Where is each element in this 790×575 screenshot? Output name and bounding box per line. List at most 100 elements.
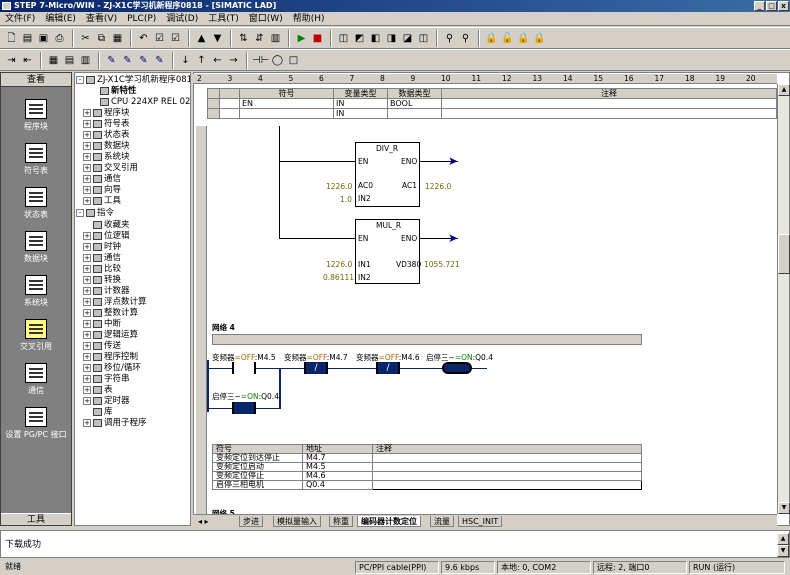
tab-3[interactable]: 编码器计数定位 [357, 516, 421, 527]
tree-item[interactable]: + 符号表 [83, 119, 130, 130]
tree-item[interactable]: + 数据块 [83, 141, 130, 152]
tab-1[interactable]: 模拟量输入 [273, 516, 321, 527]
tree-item[interactable]: + 移位/循环 [83, 363, 141, 374]
expand-icon[interactable]: + [83, 130, 91, 139]
tree-item[interactable]: + 调用子程序 [83, 418, 147, 429]
expand-icon[interactable]: + [83, 385, 91, 394]
tree-item[interactable]: + 计数器 [83, 286, 130, 297]
lad-view-icon[interactable]: ▦ [46, 53, 61, 68]
line-left-icon[interactable]: ← [210, 53, 225, 68]
expand-icon[interactable]: + [83, 396, 91, 405]
contact-1[interactable] [232, 362, 256, 374]
minimize-button[interactable]: _ [754, 1, 765, 11]
expand-icon[interactable]: + [83, 418, 91, 427]
download-icon[interactable]: ▼ [210, 31, 225, 46]
copy-icon[interactable]: ⧉ [94, 31, 109, 46]
tree-item[interactable]: + 通信 [83, 253, 121, 264]
bookmark-prev-icon[interactable]: ✎ [136, 53, 151, 68]
delete-network-icon[interactable]: ⇤ [20, 53, 35, 68]
upload-icon[interactable]: ▲ [194, 31, 209, 46]
expand-icon[interactable]: + [83, 119, 91, 128]
menu-item[interactable]: 窗口(W) [244, 12, 288, 26]
tree-item[interactable]: + 表 [83, 385, 113, 396]
line-down-icon[interactable]: ↓ [178, 53, 193, 68]
network-4-comment[interactable] [212, 334, 642, 345]
compile-icon[interactable]: ☑ [152, 31, 167, 46]
tree-item[interactable]: 库 [83, 407, 113, 418]
expand-icon[interactable]: + [83, 152, 91, 161]
menu-item[interactable]: 文件(F) [0, 12, 40, 26]
tree-item[interactable]: + 转换 [83, 275, 121, 286]
open-icon[interactable]: ▤ [20, 31, 35, 46]
tree-item[interactable]: + 中断 [83, 319, 121, 330]
tree-item[interactable]: - 指令 [76, 208, 114, 219]
mul-r-block[interactable]: MUL_R EN ENO IN1 VD380 IN2 [355, 219, 421, 284]
maximize-button[interactable]: □ [766, 1, 777, 11]
program-status-icon[interactable]: ◩ [352, 31, 367, 46]
tree-item[interactable]: + 系统块 [83, 152, 130, 163]
tree-item[interactable]: + 浮点数计算 [83, 297, 147, 308]
nav-set-pgpc[interactable]: 设置 PG/PC 接口 [1, 407, 71, 440]
expand-icon[interactable]: + [83, 242, 91, 251]
tab-4[interactable]: 流量 [430, 516, 454, 527]
compile-all-icon[interactable]: ☑ [168, 31, 183, 46]
bookmark-next-icon[interactable]: ✎ [120, 53, 135, 68]
expand-icon[interactable]: + [83, 163, 91, 172]
expand-icon[interactable]: + [83, 141, 91, 150]
expand-icon[interactable]: + [83, 319, 91, 328]
menu-item[interactable]: 帮助(H) [288, 12, 330, 26]
scroll-down-icon[interactable]: ▼ [778, 502, 790, 514]
new-icon[interactable]: 🗋 [4, 31, 19, 46]
expand-icon[interactable]: + [83, 264, 91, 273]
menu-item[interactable]: 调试(D) [161, 12, 203, 26]
line-up-icon[interactable]: ↑ [194, 53, 209, 68]
bookmark-toggle-icon[interactable]: ✎ [104, 53, 119, 68]
tab-2[interactable]: 称重 [329, 516, 353, 527]
tab-0[interactable]: 步进 [239, 516, 263, 527]
tree-item[interactable]: + 交叉引用 [83, 163, 138, 174]
bookmark-clear-icon[interactable]: ✎ [152, 53, 167, 68]
tree-item[interactable]: + 工具 [83, 196, 121, 207]
expand-icon[interactable]: + [83, 231, 91, 240]
output-scroll-up-icon[interactable]: ▲ [777, 533, 789, 545]
tree-item[interactable]: 收藏夹 [83, 220, 130, 231]
coil-q0-4[interactable] [442, 362, 472, 374]
chart-status-icon[interactable]: ◨ [384, 31, 399, 46]
expand-icon[interactable]: + [83, 330, 91, 339]
vertical-scrollbar[interactable]: ▲ ▼ [777, 84, 790, 514]
stl-view-icon[interactable]: ▤ [62, 53, 77, 68]
nav-communications[interactable]: 通信 [1, 363, 71, 396]
expand-icon[interactable]: - [76, 208, 84, 217]
latch-contact[interactable] [232, 402, 256, 414]
fbd-view-icon[interactable]: ▥ [78, 53, 93, 68]
nav-status-chart[interactable]: 状态表 [1, 187, 71, 220]
paste-icon[interactable]: ▦ [110, 31, 125, 46]
output-scroll-down-icon[interactable]: ▼ [777, 545, 789, 557]
tree-item[interactable]: + 时钟 [83, 242, 121, 253]
coil-icon[interactable]: ◯ [270, 53, 285, 68]
unlock-icon[interactable]: 🔓 [500, 31, 515, 46]
tree-root[interactable]: - ZJ-X1C学习机新程序0818 [76, 75, 190, 86]
contact-icon[interactable]: ⊣⊢ [252, 53, 269, 68]
menu-item[interactable]: PLC(P) [122, 12, 161, 26]
nav-footer[interactable]: 工具 [1, 513, 71, 525]
expand-icon[interactable]: + [83, 308, 91, 317]
expand-icon[interactable]: - [76, 75, 84, 84]
nav-program-block[interactable]: 程序块 [1, 99, 71, 132]
print-icon[interactable]: ⎙ [52, 31, 67, 46]
save-icon[interactable]: ▣ [36, 31, 51, 46]
options-icon[interactable]: ▥ [268, 31, 283, 46]
tree-item[interactable]: CPU 224XP REL 02 [90, 97, 190, 108]
stop-icon[interactable]: ■ [310, 31, 325, 46]
expand-icon[interactable]: + [83, 174, 91, 183]
lock-all-icon[interactable]: 🔒 [516, 31, 531, 46]
scroll-thumb[interactable] [778, 234, 790, 274]
menu-item[interactable]: 查看(V) [81, 12, 122, 26]
tree-item[interactable]: + 状态表 [83, 130, 130, 141]
expand-icon[interactable]: + [83, 108, 91, 117]
table-row[interactable]: IN [207, 108, 777, 119]
status-monitor-icon[interactable]: ◫ [336, 31, 351, 46]
tree-item[interactable]: + 整数计算 [83, 308, 138, 319]
expand-icon[interactable]: + [83, 374, 91, 383]
tree-item[interactable]: + 字符串 [83, 374, 130, 385]
